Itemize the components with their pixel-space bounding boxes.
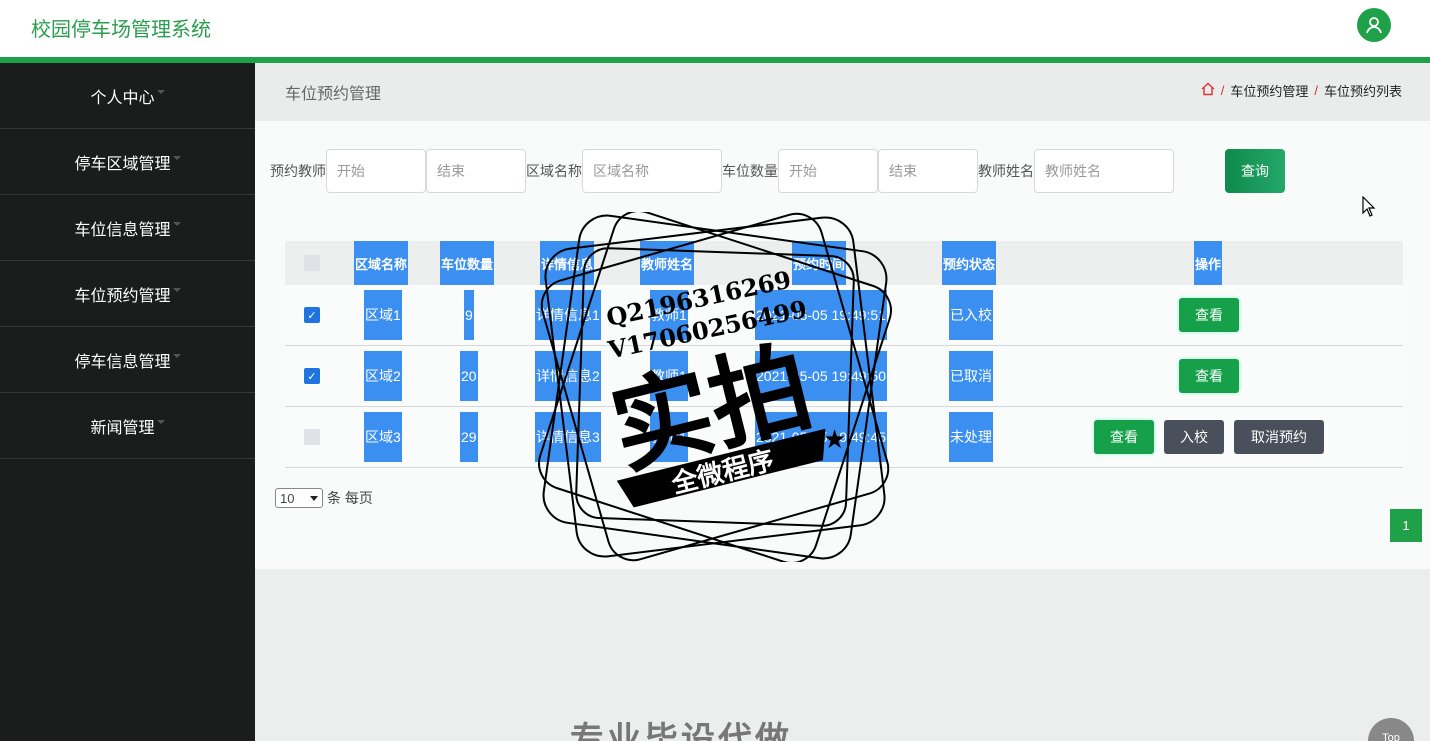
caret-down-icon <box>156 419 165 424</box>
per-page-label: 条 每页 <box>327 490 373 506</box>
cell-detail: 详情信息2 <box>535 351 601 401</box>
view-button[interactable]: 查看 <box>1179 298 1239 332</box>
query-button[interactable]: 查询 <box>1225 149 1285 193</box>
table-header: 区域名称 车位数量 详情信息 教师姓名 预约时间 预约状态 操作 <box>285 241 1403 285</box>
sidebar-item-label: 个人中心 <box>90 89 155 107</box>
cell-qty: 29 <box>460 412 478 462</box>
cell-time: 2021-05-05 19:49:50 <box>755 351 887 401</box>
breadcrumb-item-list: 车位预约列表 <box>1323 84 1402 99</box>
header-actions: 操作 <box>1194 241 1223 285</box>
cell-qty: 9 <box>464 290 474 340</box>
chevron-down-icon <box>310 495 318 501</box>
sidebar-item-space-reservation[interactable]: 车位预约管理 <box>0 261 255 327</box>
sidebar-item-label: 车位信息管理 <box>74 221 171 239</box>
cancel-reservation-button[interactable]: 取消预约 <box>1234 420 1324 454</box>
breadcrumb-bar: 车位预约管理 / 车位预约管理 / 车位预约列表 <box>255 63 1430 121</box>
select-all-checkbox[interactable] <box>304 255 320 271</box>
sidebar-item-parking-info[interactable]: 停车信息管理 <box>0 327 255 393</box>
back-to-top-button[interactable]: Top <box>1368 718 1414 741</box>
teacher-label: 预约教师 <box>270 163 326 179</box>
view-button[interactable]: 查看 <box>1179 359 1239 393</box>
user-avatar-icon[interactable] <box>1357 8 1391 42</box>
cell-area: 区域2 <box>364 351 402 401</box>
caret-down-icon <box>172 287 181 292</box>
page-number-button[interactable]: 1 <box>1390 509 1422 542</box>
sidebar-item-label: 停车区域管理 <box>74 155 171 173</box>
cell-teacher: 教师1 <box>650 351 688 401</box>
search-form: 预约教师 开始 结束 区域名称 区域名称 车位数量 开始 结束 教师姓名 教师姓… <box>270 149 1285 193</box>
sidebar-item-space-info[interactable]: 车位信息管理 <box>0 195 255 261</box>
qty-start-input[interactable]: 开始 <box>778 149 878 193</box>
header-teacher: 教师姓名 <box>640 241 695 285</box>
teacher-name-label: 教师姓名 <box>978 163 1034 179</box>
view-button[interactable]: 查看 <box>1094 420 1154 454</box>
reserve-start-input[interactable]: 开始 <box>326 149 426 193</box>
sidebar-item-label: 车位预约管理 <box>74 287 171 305</box>
sidebar-item-news[interactable]: 新闻管理 <box>0 393 255 459</box>
area-label: 区域名称 <box>526 163 582 179</box>
cell-time: 2021-05-05 19:49:51 <box>755 290 887 340</box>
main-panel: 预约教师 开始 结束 区域名称 区域名称 车位数量 开始 结束 教师姓名 教师姓… <box>255 121 1430 569</box>
header-status: 预约状态 <box>942 241 997 285</box>
mouse-cursor-icon <box>1362 196 1376 217</box>
top-bar: 校园停车场管理系统 <box>0 0 1430 57</box>
sidebar: 个人中心 停车区域管理 车位信息管理 车位预约管理 停车信息管理 新闻管理 <box>0 63 255 741</box>
header-detail: 详情信息 <box>540 241 595 285</box>
area-name-input[interactable]: 区域名称 <box>582 149 722 193</box>
caret-down-icon <box>156 89 165 94</box>
page-title: 车位预约管理 <box>285 86 382 103</box>
caret-down-icon <box>172 221 181 226</box>
table-row: 区域3 29 详情信息3 教师1 2021-05-05 19:49:45 未处理… <box>285 407 1403 468</box>
row-checkbox[interactable]: ✓ <box>304 368 320 384</box>
table-row: ✓ 区域1 9 详情信息1 教师1 2021-05-05 19:49:51 已入… <box>285 285 1403 346</box>
reservation-table: 区域名称 车位数量 详情信息 教师姓名 预约时间 预约状态 操作 ✓ 区域1 9… <box>285 241 1403 468</box>
cell-teacher: 教师1 <box>650 412 688 462</box>
cell-qty: 20 <box>460 351 478 401</box>
qty-end-input[interactable]: 结束 <box>878 149 978 193</box>
teacher-name-input[interactable]: 教师姓名 <box>1034 149 1174 193</box>
caret-down-icon <box>172 155 181 160</box>
cell-time: 2021-05-05 19:49:45 <box>755 412 887 462</box>
caret-down-icon <box>172 353 181 358</box>
app-title: 校园停车场管理系统 <box>31 19 211 41</box>
breadcrumb: / 车位预约管理 / 车位预约列表 <box>1201 81 1402 100</box>
qty-label: 车位数量 <box>722 163 778 179</box>
pagination: 10 条 每页 <box>275 488 373 508</box>
reserve-end-input[interactable]: 结束 <box>426 149 526 193</box>
row-checkbox[interactable]: ✓ <box>304 307 320 323</box>
cell-area: 区域3 <box>364 412 402 462</box>
bottom-overlay-text: 专业毕设代做 <box>570 721 792 741</box>
cell-status: 未处理 <box>949 412 993 462</box>
sidebar-item-label: 停车信息管理 <box>74 353 171 371</box>
page-size-select[interactable]: 10 <box>275 488 323 508</box>
sidebar-item-personal-center[interactable]: 个人中心 <box>0 63 255 129</box>
cell-detail: 详情信息3 <box>535 412 601 462</box>
breadcrumb-item-reservation[interactable]: 车位预约管理 <box>1230 81 1308 100</box>
sidebar-item-label: 新闻管理 <box>90 419 155 437</box>
row-checkbox[interactable] <box>304 429 320 445</box>
sidebar-item-parking-area[interactable]: 停车区域管理 <box>0 129 255 195</box>
home-icon[interactable] <box>1201 82 1215 99</box>
breadcrumb-separator: / <box>1220 83 1225 98</box>
table-row: ✓ 区域2 20 详情信息2 教师1 2021-05-05 19:49:50 已… <box>285 346 1403 407</box>
header-qty: 车位数量 <box>440 241 495 285</box>
header-area: 区域名称 <box>354 241 409 285</box>
cell-detail: 详情信息1 <box>535 290 601 340</box>
cell-status: 已取消 <box>949 351 993 401</box>
page-size-value: 10 <box>280 490 295 506</box>
cell-teacher: 教师1 <box>650 290 688 340</box>
cell-status: 已入校 <box>949 290 993 340</box>
header-time: 预约时间 <box>792 241 847 285</box>
check-in-button[interactable]: 入校 <box>1164 420 1224 454</box>
breadcrumb-separator: / <box>1314 83 1318 98</box>
cell-area: 区域1 <box>364 290 402 340</box>
